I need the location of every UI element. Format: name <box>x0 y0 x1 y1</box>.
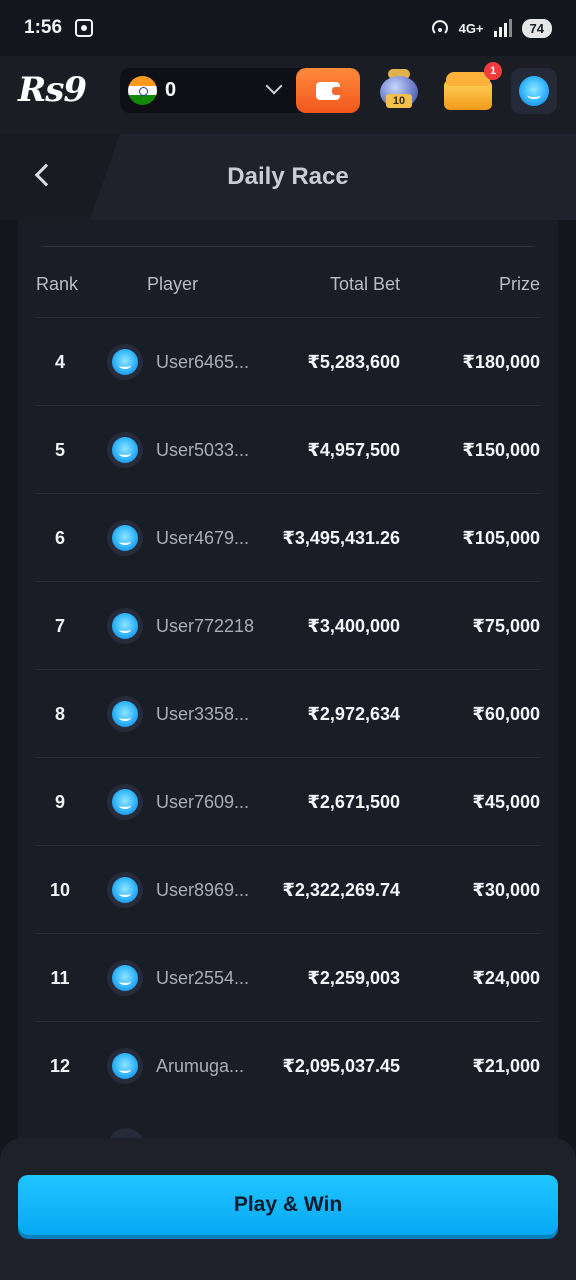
total-bet-cell: ₹3,400,000 <box>307 616 400 636</box>
prize-cell: ₹21,000 <box>472 1056 540 1076</box>
prize-cell: ₹75,000 <box>472 616 540 636</box>
player-name-cell: User5033... <box>156 440 250 460</box>
total-bet-cell: ₹4,957,500 <box>307 440 400 460</box>
table-row[interactable]: 10 User8969... ₹2,322,269.74 ₹30,000 <box>36 845 540 933</box>
total-bet-cell: ₹5,283,600 <box>307 352 400 372</box>
rank-cell: 4 <box>54 352 65 372</box>
table-row[interactable]: 5 User5033... ₹4,957,500 ₹150,000 <box>36 405 540 493</box>
player-name-cell: User8969... <box>156 880 250 900</box>
battery-level: 74 <box>521 18 552 38</box>
avatar-icon <box>112 1053 138 1079</box>
player-name-cell: User772218 <box>156 616 255 636</box>
player-name-cell: User2554... <box>156 968 250 988</box>
screen-record-icon <box>75 19 94 37</box>
chevron-left-icon <box>34 163 58 187</box>
column-header-rank: Rank <box>36 274 79 294</box>
page-header: Daily Race <box>0 134 576 220</box>
rank-cell: 12 <box>49 1056 71 1076</box>
prize-cell: ₹105,000 <box>462 528 540 548</box>
rank-cell: 8 <box>54 704 65 724</box>
column-header-prize: Prize <box>498 274 540 294</box>
rank-cell: 10 <box>49 880 71 900</box>
total-bet-cell: ₹2,972,634 <box>307 704 400 724</box>
table-row[interactable]: 9 User7609... ₹2,671,500 ₹45,000 <box>36 757 540 845</box>
player-avatar <box>107 784 143 820</box>
player-avatar <box>107 696 143 732</box>
leaderboard-card: Rank Player Total Bet Prize 4 User6465...… <box>18 220 558 1160</box>
app-logo[interactable]: Rs9 <box>18 70 87 110</box>
hotspot-icon <box>431 20 448 34</box>
balance-selector[interactable]: 0 <box>120 68 360 113</box>
rank-cell: 11 <box>50 968 70 988</box>
prize-cell: ₹60,000 <box>472 704 540 724</box>
total-bet-cell: ₹2,095,037.45 <box>282 1056 400 1076</box>
player-avatar <box>107 872 143 908</box>
table-row[interactable]: 12 Arumuga... ₹2,095,037.45 ₹21,000 <box>36 1021 540 1109</box>
prize-cell: ₹30,000 <box>472 880 540 900</box>
divider <box>42 246 534 247</box>
wallet-button[interactable] <box>296 68 360 113</box>
avatar-icon <box>112 525 138 551</box>
player-avatar <box>107 960 143 996</box>
player-avatar <box>107 432 143 468</box>
table-row[interactable]: 8 User3358... ₹2,972,634 ₹60,000 <box>36 669 540 757</box>
prize-cell: ₹45,000 <box>472 792 540 812</box>
total-bet-cell: ₹2,322,269.74 <box>282 880 400 900</box>
profile-avatar-button[interactable] <box>511 68 557 114</box>
india-flag-icon <box>128 76 157 105</box>
play-and-win-button[interactable]: Play & Win <box>18 1175 558 1235</box>
table-row[interactable]: 7 User772218 ₹3,400,000 ₹75,000 <box>36 581 540 669</box>
player-name-cell: User3358... <box>156 704 250 724</box>
avatar-icon <box>112 789 138 815</box>
pot-level-badge: 10 <box>386 94 412 108</box>
balance-value: 0 <box>165 79 177 101</box>
player-name-cell: Arumuga... <box>156 1056 245 1076</box>
prize-cell: ₹24,000 <box>472 968 540 988</box>
wallet-icon <box>316 81 342 100</box>
table-row[interactable]: 6 User4679... ₹3,495,431.26 ₹105,000 <box>36 493 540 581</box>
rank-cell: 7 <box>54 616 65 636</box>
app-screen: 1:56 4G+ 74 Rs9 0 10 1 Daily Race Rank P… <box>0 0 576 1280</box>
network-type: 4G+ <box>458 20 484 36</box>
total-bet-cell: ₹3,495,431.26 <box>282 528 400 548</box>
avatar-icon <box>112 877 138 903</box>
player-name-cell: User4679... <box>156 528 250 548</box>
player-avatar <box>107 520 143 556</box>
avatar-icon <box>112 349 138 375</box>
total-bet-cell: ₹2,259,003 <box>307 968 400 988</box>
notification-badge: 1 <box>484 62 502 80</box>
column-header-total-bet: Total Bet <box>329 274 400 294</box>
player-name-cell: User7609... <box>156 792 250 812</box>
prize-cell: ₹150,000 <box>462 440 540 460</box>
avatar-icon <box>112 437 138 463</box>
rank-cell: 5 <box>54 440 65 460</box>
avatar-icon <box>112 613 138 639</box>
player-avatar <box>107 1048 143 1084</box>
player-avatar <box>107 344 143 380</box>
status-time: 1:56 <box>24 17 63 38</box>
avatar-icon <box>519 76 549 106</box>
prize-cell: ₹180,000 <box>462 352 540 372</box>
player-avatar <box>107 608 143 644</box>
avatar-icon <box>112 965 138 991</box>
treasure-pot-icon[interactable]: 10 <box>378 66 420 114</box>
table-row[interactable]: 11 User2554... ₹2,259,003 ₹24,000 <box>36 933 540 1021</box>
signal-icon <box>493 19 512 37</box>
column-header-player: Player <box>147 274 199 294</box>
player-name-cell: User6465... <box>156 352 250 372</box>
total-bet-cell: ₹2,671,500 <box>307 792 400 812</box>
rank-cell: 6 <box>54 528 65 548</box>
rank-cell: 9 <box>54 792 65 812</box>
status-bar: 1:56 4G+ 74 <box>0 0 576 56</box>
avatar-icon <box>112 701 138 727</box>
table-row[interactable]: 4 User6465... ₹5,283,600 ₹180,000 <box>36 317 540 405</box>
chevron-down-icon[interactable] <box>265 77 283 95</box>
